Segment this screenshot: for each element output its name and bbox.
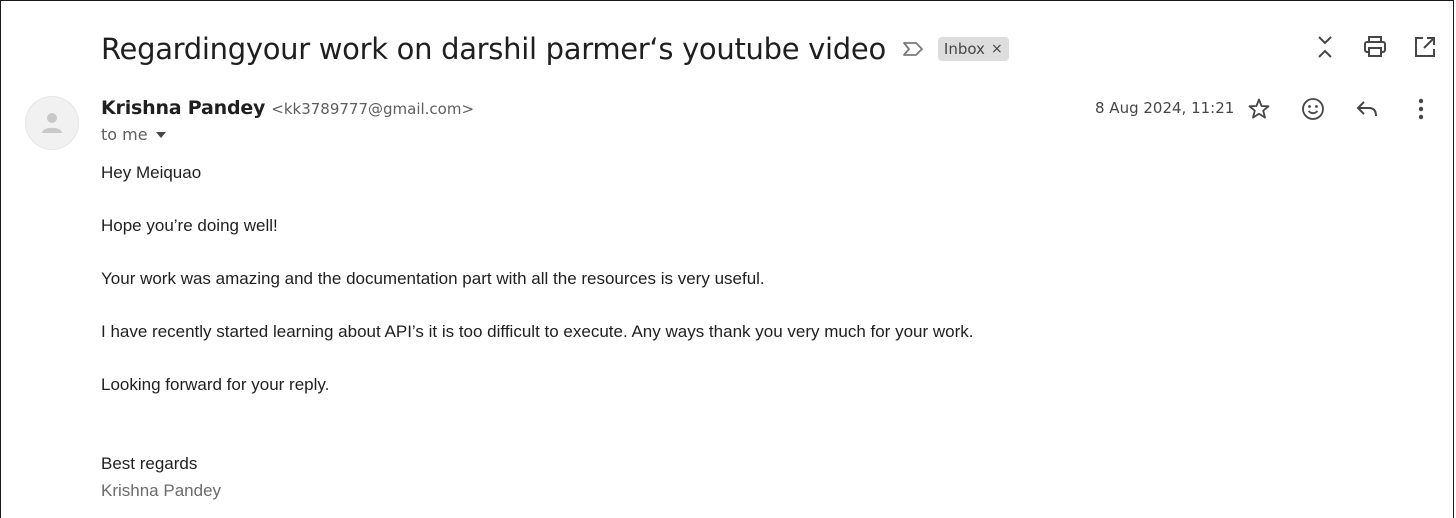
email-subject: Regardingyour work on darshil parmer‘s y… [101,32,886,66]
email-view: Regardingyour work on darshil parmer‘s y… [0,0,1454,518]
collapse-icon[interactable] [1311,33,1339,61]
print-icon[interactable] [1361,33,1389,61]
inbox-label-text: Inbox [943,40,985,58]
sender-email: <kk3789777@gmail.com> [271,100,475,118]
inbox-label-chip[interactable]: Inbox × [937,37,1009,61]
importance-marker-icon[interactable] [902,40,926,58]
body-paragraph: Hope you’re doing well! [101,216,278,235]
more-options-icon[interactable] [1407,95,1435,123]
star-icon[interactable] [1245,95,1273,123]
remove-label-icon[interactable]: × [991,41,1003,57]
body-paragraph: I have recently started learning about A… [101,322,974,341]
emoji-reaction-icon[interactable] [1299,95,1327,123]
reply-icon[interactable] [1353,95,1381,123]
subject-row: Regardingyour work on darshil parmer‘s y… [101,29,1009,69]
recipient-text: to me [101,125,148,144]
message-actions [1245,95,1435,123]
sender-line: Krishna Pandey <kk3789777@gmail.com> [101,97,474,119]
show-details-dropdown-icon[interactable] [155,131,166,138]
recipient-line: to me [101,125,166,144]
body-closing: Best regards [101,454,198,473]
sender-avatar[interactable] [25,96,79,150]
body-paragraph: Looking forward for your reply. [101,375,330,394]
body-paragraph: Your work was amazing and the documentat… [101,269,765,288]
open-in-new-window-icon[interactable] [1411,33,1439,61]
thread-actions [1311,33,1439,61]
sender-name[interactable]: Krishna Pandey [101,97,265,119]
person-icon [42,113,62,133]
body-greeting: Hey Meiquao [101,163,202,182]
message-date: 8 Aug 2024, 11:21 [1095,99,1235,117]
body-signature: Krishna Pandey [101,481,222,500]
